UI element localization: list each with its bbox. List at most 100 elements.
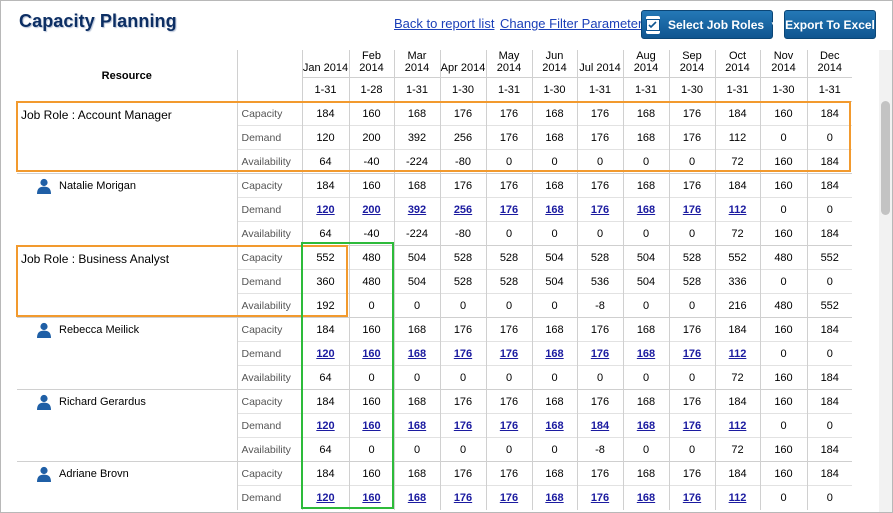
demand-link[interactable]: 200 bbox=[362, 204, 380, 216]
date-range-header: 1-28 bbox=[348, 77, 394, 102]
capacity-cell: 168 bbox=[393, 389, 440, 414]
demand-cell: 176 bbox=[485, 197, 532, 222]
resource-name-label: Adriane Brovn bbox=[59, 468, 129, 480]
capacity-cell: 184 bbox=[806, 101, 852, 126]
demand-link[interactable]: 120 bbox=[316, 420, 334, 432]
availability-cell: 0 bbox=[531, 437, 577, 462]
scrollbar-thumb[interactable] bbox=[881, 101, 890, 215]
capacity-cell: 528 bbox=[668, 245, 715, 270]
demand-cell: 176 bbox=[576, 197, 623, 222]
demand-link[interactable]: 176 bbox=[500, 348, 518, 360]
demand-link[interactable]: 168 bbox=[637, 204, 655, 216]
capacity-cell: 176 bbox=[485, 317, 532, 342]
demand-link[interactable]: 120 bbox=[316, 492, 334, 504]
demand-cell: 176 bbox=[668, 125, 715, 150]
demand-link[interactable]: 168 bbox=[545, 492, 563, 504]
demand-link[interactable]: 168 bbox=[408, 348, 426, 360]
select-job-roles-button[interactable]: Select Job Roles ▼ bbox=[641, 10, 778, 39]
availability-cell: 64 bbox=[301, 437, 349, 462]
demand-link[interactable]: 168 bbox=[637, 420, 655, 432]
demand-link[interactable]: 112 bbox=[729, 204, 747, 216]
demand-link[interactable]: 176 bbox=[683, 492, 701, 504]
demand-link[interactable]: 176 bbox=[500, 492, 518, 504]
demand-cell: 0 bbox=[806, 485, 852, 510]
availability-label: Availability bbox=[236, 293, 302, 318]
demand-cell: 120 bbox=[301, 413, 349, 438]
resource-name: Adriane Brovn bbox=[17, 461, 237, 510]
demand-cell: 168 bbox=[393, 413, 440, 438]
demand-link[interactable]: 176 bbox=[500, 204, 518, 216]
demand-cell: 176 bbox=[668, 341, 715, 366]
capacity-cell: 504 bbox=[622, 245, 669, 270]
demand-link[interactable]: 160 bbox=[362, 348, 380, 360]
capacity-cell: 168 bbox=[531, 317, 577, 342]
demand-link[interactable]: 176 bbox=[454, 420, 472, 432]
demand-link[interactable]: 392 bbox=[408, 204, 426, 216]
demand-cell: 176 bbox=[576, 125, 623, 150]
demand-link[interactable]: 256 bbox=[454, 204, 472, 216]
back-to-report-list-link[interactable]: Back to report list bbox=[394, 16, 494, 31]
availability-cell: -80 bbox=[439, 149, 486, 174]
change-filter-parameter-link[interactable]: Change Filter Parameter bbox=[500, 16, 642, 31]
capacity-cell: 528 bbox=[439, 245, 486, 270]
demand-link[interactable]: 176 bbox=[454, 492, 472, 504]
capacity-cell: 176 bbox=[668, 317, 715, 342]
demand-cell: 528 bbox=[668, 269, 715, 294]
demand-link[interactable]: 120 bbox=[316, 348, 334, 360]
demand-cell: 168 bbox=[531, 413, 577, 438]
demand-link[interactable]: 112 bbox=[729, 492, 747, 504]
date-range-header: 1-31 bbox=[393, 77, 440, 102]
demand-link[interactable]: 168 bbox=[637, 348, 655, 360]
capacity-cell: 184 bbox=[714, 389, 760, 414]
demand-link[interactable]: 168 bbox=[545, 348, 563, 360]
demand-link[interactable]: 176 bbox=[500, 420, 518, 432]
table-row: Richard Gerardus Capacity 184 160 168 176 176 1… bbox=[17, 389, 852, 462]
resource-name: Natalie Morigan bbox=[17, 173, 237, 246]
demand-cell: 120 bbox=[301, 341, 349, 366]
demand-link[interactable]: 168 bbox=[637, 492, 655, 504]
demand-link[interactable]: 112 bbox=[729, 348, 747, 360]
demand-cell: 200 bbox=[348, 197, 394, 222]
demand-link[interactable]: 176 bbox=[683, 204, 701, 216]
demand-cell: 480 bbox=[348, 269, 394, 294]
availability-cell: 64 bbox=[301, 221, 349, 246]
demand-cell: 120 bbox=[301, 485, 349, 510]
demand-link[interactable]: 176 bbox=[591, 492, 609, 504]
capacity-cell: 184 bbox=[301, 389, 349, 414]
availability-cell: 0 bbox=[622, 221, 669, 246]
availability-cell: 160 bbox=[759, 149, 807, 174]
demand-link[interactable]: 184 bbox=[591, 420, 609, 432]
availability-label: Availability bbox=[236, 149, 302, 174]
capacity-cell: 160 bbox=[348, 101, 394, 126]
demand-link[interactable]: 168 bbox=[408, 492, 426, 504]
demand-link[interactable]: 176 bbox=[454, 348, 472, 360]
date-range-header: 1-30 bbox=[668, 77, 715, 102]
demand-link[interactable]: 168 bbox=[545, 420, 563, 432]
demand-link[interactable]: 168 bbox=[545, 204, 563, 216]
demand-cell: 112 bbox=[714, 485, 760, 510]
select-job-roles-label: Select Job Roles bbox=[668, 17, 765, 32]
demand-cell: 176 bbox=[668, 413, 715, 438]
availability-cell: 0 bbox=[439, 437, 486, 462]
demand-cell: 112 bbox=[714, 341, 760, 366]
demand-link[interactable]: 160 bbox=[362, 420, 380, 432]
month-header: Nov 2014 bbox=[759, 50, 807, 78]
demand-cell: 504 bbox=[393, 269, 440, 294]
availability-cell: 0 bbox=[348, 437, 394, 462]
capacity-cell: 528 bbox=[485, 245, 532, 270]
demand-link[interactable]: 168 bbox=[408, 420, 426, 432]
demand-link[interactable]: 176 bbox=[591, 348, 609, 360]
availability-cell: 0 bbox=[348, 365, 394, 390]
capacity-cell: 176 bbox=[439, 173, 486, 198]
capacity-cell: 184 bbox=[806, 173, 852, 198]
demand-link[interactable]: 176 bbox=[683, 420, 701, 432]
demand-link[interactable]: 176 bbox=[591, 204, 609, 216]
demand-link[interactable]: 112 bbox=[729, 420, 747, 432]
demand-link[interactable]: 176 bbox=[683, 348, 701, 360]
demand-link[interactable]: 160 bbox=[362, 492, 380, 504]
demand-link[interactable]: 120 bbox=[316, 204, 334, 216]
export-to-excel-button[interactable]: Export To Excel bbox=[784, 10, 876, 39]
availability-cell: 64 bbox=[301, 365, 349, 390]
demand-cell: 0 bbox=[806, 269, 852, 294]
month-header: Aug 2014 bbox=[622, 50, 669, 78]
